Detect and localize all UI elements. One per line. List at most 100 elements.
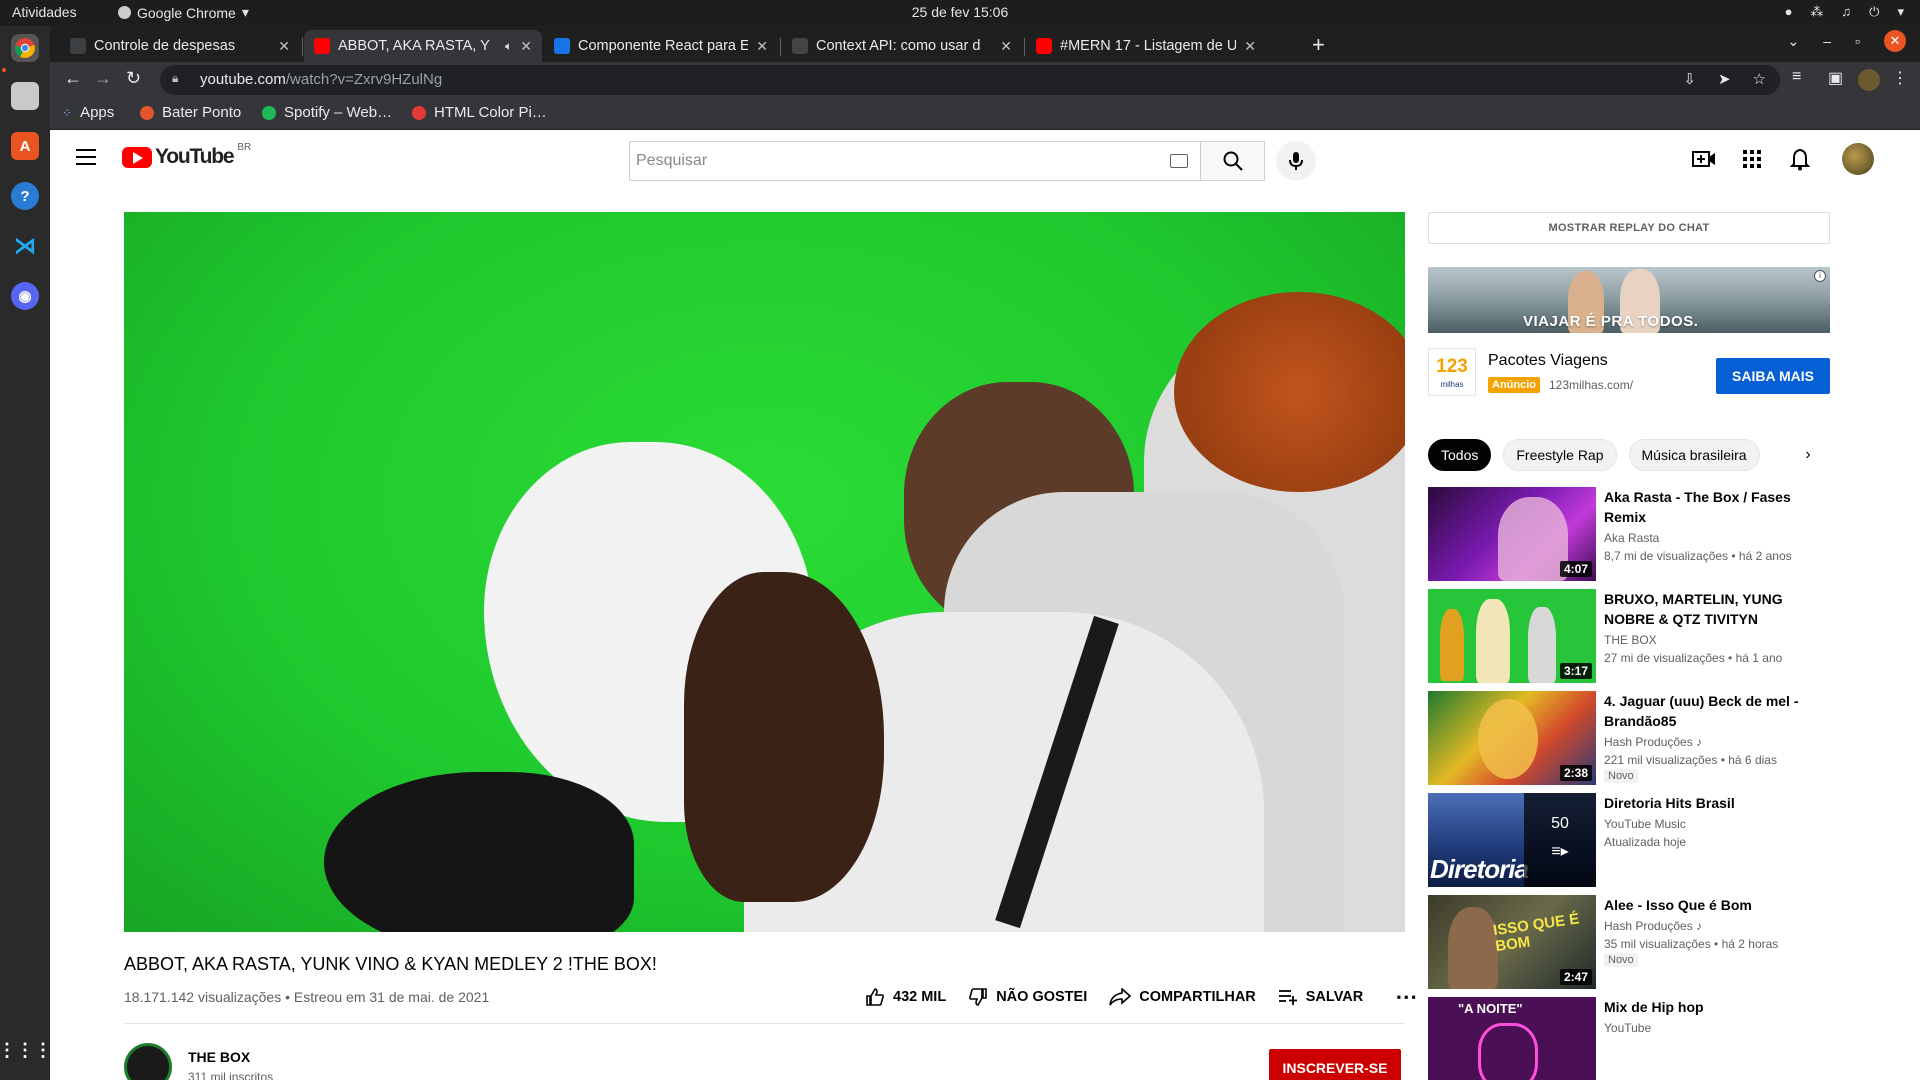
voice-search-button[interactable] (1276, 141, 1316, 181)
clock[interactable]: 25 de fev 15:06 (0, 4, 1920, 20)
send-tab-icon[interactable]: ➤ (1718, 70, 1731, 88)
video-title: ABBOT, AKA RASTA, YUNK VINO & KYAN MEDLE… (124, 954, 657, 974)
chip-musica-brasileira[interactable]: Música brasileira (1628, 439, 1760, 471)
apps-grid-icon[interactable] (1742, 149, 1762, 169)
files-dock-icon[interactable] (11, 82, 39, 110)
like-button[interactable]: 432 MIL (865, 987, 946, 1007)
speaker-icon[interactable]: 🔈︎ (505, 39, 512, 54)
video-channel[interactable]: Aka Rasta (1604, 529, 1659, 547)
maximize-icon[interactable]: ▫ (1855, 33, 1860, 49)
video-thumbnail[interactable]: 2:38 (1428, 691, 1596, 785)
video-stats: 35 mil visualizações • há 2 horas (1604, 937, 1779, 951)
video-channel[interactable]: YouTube (1604, 1019, 1651, 1037)
notifications-bell-icon[interactable] (1790, 149, 1810, 171)
create-video-icon[interactable] (1692, 149, 1716, 169)
show-apps-icon[interactable]: ⋮⋮⋮ (0, 1036, 52, 1064)
back-icon[interactable]: ← (64, 68, 82, 89)
discord-dock-icon[interactable]: ◉ (11, 282, 39, 310)
vscode-dock-icon[interactable]: ⋊ (11, 232, 39, 260)
close-tab-icon[interactable]: ✕ (1000, 38, 1012, 55)
new-tab-icon[interactable]: + (1312, 32, 1325, 58)
recommended-video[interactable]: ISSO QUE É BOM 2:47 Alee - Isso Que é Bo… (1428, 895, 1848, 989)
account-avatar[interactable] (1842, 143, 1874, 175)
tab-controle-de-despesas[interactable]: Controle de despesas ✕ (60, 30, 300, 62)
bookmark-spotify[interactable]: Spotify – Web… (262, 104, 392, 121)
video-title[interactable]: Diretoria Hits Brasil (1604, 793, 1819, 813)
video-title[interactable]: Aka Rasta - The Box / Fases Remix (1604, 487, 1819, 527)
bookmark-bater-ponto[interactable]: Bater Ponto (140, 104, 241, 121)
forward-icon[interactable]: → (94, 68, 112, 89)
video-duration: 3:17 (1559, 663, 1592, 679)
ad-cta-button[interactable]: SAIBA MAIS (1716, 358, 1830, 394)
video-thumbnail[interactable]: 3:17 (1428, 589, 1596, 683)
video-channel[interactable]: THE BOX (1604, 631, 1657, 649)
recommended-mix[interactable]: Diretoria 50 ≡▸ Diretoria Hits Brasil Yo… (1428, 793, 1848, 887)
channel-avatar[interactable] (124, 1043, 172, 1080)
more-actions-icon[interactable]: ⋯ (1395, 984, 1417, 1010)
media-controls-icon[interactable]: ≡ (1792, 68, 1801, 86)
video-thumbnail[interactable]: ISSO QUE É BOM 2:47 (1428, 895, 1596, 989)
url-text[interactable]: youtube.com/watch?v=Zxrv9HZulNg (200, 71, 442, 88)
video-channel[interactable]: Hash Produções ♪ (1604, 917, 1702, 935)
tab-separator (780, 38, 781, 56)
software-dock-icon[interactable]: A (11, 132, 39, 160)
minimize-icon[interactable]: – (1823, 33, 1831, 49)
menu-icon[interactable] (76, 149, 96, 170)
video-title[interactable]: Alee - Isso Que é Bom (1604, 895, 1819, 915)
video-channel[interactable]: Hash Produções ♪ (1604, 733, 1702, 751)
tab-componente-react[interactable]: Componente React para E ✕ (544, 30, 778, 62)
close-tab-icon[interactable]: ✕ (520, 38, 532, 55)
ad-info-icon[interactable]: i (1814, 270, 1826, 282)
side-panel-icon[interactable]: ▣ (1828, 68, 1843, 88)
ad-title[interactable]: Pacotes Viagens (1488, 352, 1608, 370)
system-tray[interactable]: ● ⁂ ♫ ⏻ ▾ (1785, 4, 1904, 20)
address-bar[interactable]: 🔒︎ youtube.com/watch?v=Zxrv9HZulNg ⇩ ➤ ☆ (160, 65, 1780, 95)
help-dock-icon[interactable]: ? (11, 182, 39, 210)
share-button[interactable]: COMPARTILHAR (1109, 988, 1256, 1006)
chrome-menu-icon[interactable]: ⋮ (1892, 68, 1908, 88)
show-chat-replay-button[interactable]: MOSTRAR REPLAY DO CHAT (1428, 212, 1830, 244)
tab-mern-17[interactable]: #MERN 17 - Listagem de U ✕ (1026, 30, 1266, 62)
video-title[interactable]: Mix de Hip hop (1604, 997, 1819, 1017)
video-thumbnail[interactable]: 4:07 (1428, 487, 1596, 581)
close-tab-icon[interactable]: ✕ (278, 38, 290, 55)
recommended-video[interactable]: 4:07 Aka Rasta - The Box / Fases Remix A… (1428, 487, 1848, 581)
channel-name[interactable]: THE BOX (188, 1049, 250, 1065)
reload-icon[interactable]: ↻ (126, 68, 141, 89)
mix-thumbnail[interactable]: "A NOITE" (1428, 997, 1596, 1080)
recommended-mix[interactable]: "A NOITE" Mix de Hip hop YouTube (1428, 997, 1848, 1080)
tab-context-api[interactable]: Context API: como usar d ✕ (782, 30, 1022, 62)
tab-search-icon[interactable]: ⌄ (1788, 33, 1800, 50)
search-button[interactable] (1201, 141, 1265, 181)
bookmark-html-color-picker[interactable]: HTML Color Pi… (412, 104, 547, 121)
youtube-logo[interactable]: YouTube BR (122, 142, 251, 169)
bookmark-star-icon[interactable]: ☆ (1753, 70, 1766, 88)
close-tab-icon[interactable]: ✕ (756, 38, 768, 55)
chevron-right-icon[interactable]: › (1792, 439, 1824, 471)
mix-thumbnail[interactable]: Diretoria 50 ≡▸ (1428, 793, 1596, 887)
chrome-dock-icon[interactable] (11, 34, 39, 62)
subscribe-button[interactable]: INSCREVER-SE (1269, 1049, 1401, 1080)
dislike-button[interactable]: NÃO GOSTEI (968, 987, 1087, 1007)
video-title[interactable]: BRUXO, MARTELIN, YUNG NOBRE & QTZ TIVITY… (1604, 589, 1819, 629)
ad-banner[interactable]: VIAJAR É PRA TODOS. i (1428, 267, 1830, 333)
video-title[interactable]: 4. Jaguar (uuu) Beck de mel - Brandão85 (1604, 691, 1819, 731)
video-channel[interactable]: YouTube Music (1604, 815, 1686, 833)
search-input[interactable] (630, 142, 1130, 180)
chip-todos[interactable]: Todos (1428, 439, 1492, 471)
recommended-video[interactable]: 2:38 4. Jaguar (uuu) Beck de mel - Brand… (1428, 691, 1848, 785)
close-tab-icon[interactable]: ✕ (1244, 38, 1256, 55)
keyboard-icon[interactable] (1170, 154, 1188, 168)
profile-avatar[interactable] (1858, 69, 1880, 91)
save-button[interactable]: SALVAR (1278, 988, 1363, 1006)
tab-youtube-video[interactable]: ABBOT, AKA RASTA, Y 🔈︎ ✕ (304, 30, 542, 62)
recommended-video[interactable]: 3:17 BRUXO, MARTELIN, YUNG NOBRE & QTZ T… (1428, 589, 1848, 683)
bookmark-apps[interactable]: ⁘ Apps (62, 104, 114, 121)
thumbnail-character (1478, 1023, 1538, 1080)
ad-logo[interactable]: 123 milhas (1428, 348, 1476, 396)
lock-icon[interactable]: 🔒︎ (172, 71, 178, 86)
chip-freestyle-rap[interactable]: Freestyle Rap (1503, 439, 1617, 471)
install-app-icon[interactable]: ⇩ (1683, 70, 1696, 88)
close-window-icon[interactable]: ✕ (1884, 30, 1906, 52)
video-player[interactable] (124, 212, 1405, 932)
